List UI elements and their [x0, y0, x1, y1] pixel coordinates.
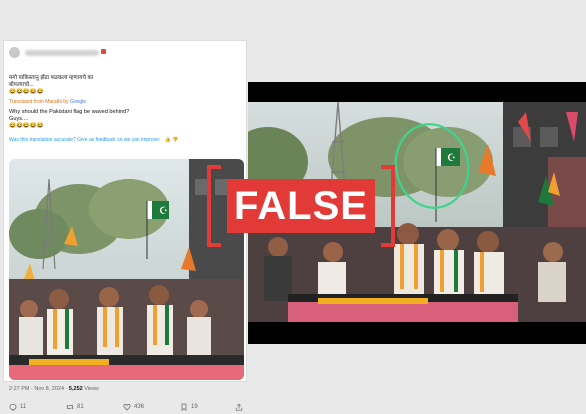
like-icon [123, 404, 131, 411]
verdict-label: FALSE [227, 179, 375, 233]
false-verdict-stamp: FALSE [207, 165, 395, 247]
tweet-text-line: मगो पाकिस्तानु झेंडा फडकला म्हणायचे का [9, 75, 94, 81]
stamp-bracket-right [381, 165, 395, 247]
thumbs-icons[interactable]: 👍 👎 [165, 137, 179, 143]
share-button[interactable] [235, 403, 243, 411]
reply-icon [9, 403, 17, 411]
tweet-actions: 11 81 436 19 [9, 403, 243, 414]
repost-icon [66, 404, 74, 410]
svg-text:☪: ☪ [159, 206, 168, 217]
tweet-time: 2:27 PM · Nov 8, 2024 · [9, 386, 68, 392]
feedback-text: Was this translation accurate? Give us f… [9, 137, 161, 143]
reply-button[interactable]: 11 [9, 403, 26, 411]
share-icon [235, 403, 243, 411]
avatar [9, 47, 20, 58]
flag-icon [101, 49, 106, 54]
translated-notice[interactable]: Translated from Marathi by Google [9, 99, 245, 106]
views-label: Views [84, 386, 99, 392]
repost-button[interactable]: 81 [66, 403, 84, 411]
reply-count: 11 [20, 404, 27, 410]
tweet-text-line: बोपल्याचो... [9, 82, 34, 88]
tweet-author [9, 46, 243, 60]
translation-emoji-line: 😂😂😂😂😂 [9, 123, 44, 129]
like-count: 436 [134, 404, 145, 410]
bookmark-button[interactable]: 19 [180, 403, 198, 411]
tweet-timestamp: 2:27 PM · Nov 8, 2024 · 5,252 Views [9, 386, 99, 392]
bookmark-count: 19 [191, 404, 198, 410]
bookmark-icon [181, 403, 187, 411]
google-label: Google [69, 99, 87, 105]
like-button[interactable]: 436 [123, 403, 144, 411]
view-count: 5,252 [68, 386, 83, 392]
translation-line: Guys.... [9, 116, 29, 122]
stamp-bracket-left [207, 165, 221, 247]
tweet-emoji-line: 😂😂😂😂😂 [9, 89, 44, 95]
translated-prefix: Translated from Marathi by [9, 99, 69, 105]
translation-feedback[interactable]: Was this translation accurate? Give us f… [9, 137, 245, 144]
blurred-username [25, 50, 99, 56]
repost-count: 81 [77, 404, 84, 410]
translation-line: Why should the Pakistani flag be waved b… [9, 109, 130, 115]
svg-text:☪: ☪ [447, 153, 456, 164]
